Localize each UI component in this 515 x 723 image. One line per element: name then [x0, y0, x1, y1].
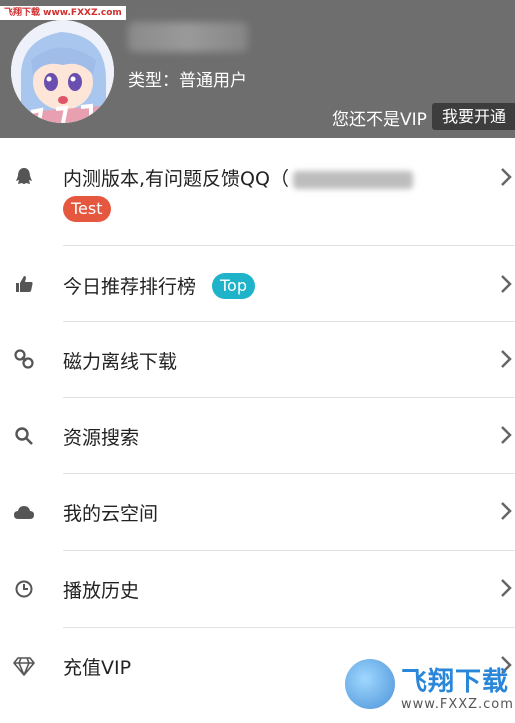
chevron-right-icon	[501, 275, 512, 293]
qq-number-blurred	[292, 170, 413, 189]
thumbs-up-icon	[13, 273, 35, 295]
open-vip-button[interactable]: 我要开通	[432, 103, 515, 130]
clock-icon	[13, 578, 35, 600]
qq-penguin-icon	[13, 166, 35, 188]
list-item-ranking[interactable]: 今日推荐排行榜 Top	[0, 246, 515, 322]
watermark-logo-mark	[345, 659, 395, 709]
avatar[interactable]	[11, 20, 114, 123]
watermark-text: 飞翔下载 www.FXXZ.com	[0, 6, 126, 20]
top-badge: Top	[212, 273, 255, 299]
recharge-vip-label: 充值VIP	[63, 657, 132, 679]
my-cloud-label: 我的云空间	[63, 503, 159, 525]
ranking-label: 今日推荐排行榜	[63, 276, 197, 298]
list-item-resource-search[interactable]: 资源搜索	[0, 398, 515, 474]
cloud-icon	[13, 501, 35, 523]
chevron-right-icon	[501, 426, 512, 444]
chevron-right-icon	[501, 579, 512, 597]
feedback-label-text: 内测版本,有问题反馈QQ（	[63, 168, 289, 190]
play-history-label: 播放历史	[63, 580, 140, 602]
resource-search-label: 资源搜索	[63, 427, 140, 449]
watermark-logo-name: 飞翔下载	[401, 667, 510, 697]
list-item-feedback[interactable]: 内测版本,有问题反馈QQ（ Test	[0, 138, 515, 246]
link-icon	[13, 348, 35, 370]
list-item-magnet-download[interactable]: 磁力离线下载	[0, 322, 515, 398]
watermark-logo: 飞翔下载 www.FXXZ.com	[345, 657, 515, 723]
watermark-logo-url: www.FXXZ.com	[401, 697, 514, 712]
user-type-label: 类型：普通用户	[128, 71, 247, 91]
search-icon	[13, 425, 35, 447]
magnet-download-label: 磁力离线下载	[63, 351, 178, 373]
chevron-right-icon	[501, 502, 512, 520]
list-item-play-history[interactable]: 播放历史	[0, 551, 515, 628]
list-item-my-cloud[interactable]: 我的云空间	[0, 474, 515, 551]
diamond-icon	[13, 655, 35, 677]
feedback-label: 内测版本,有问题反馈QQ（	[63, 164, 413, 191]
chevron-right-icon	[501, 168, 512, 186]
vip-status-text: 您还不是VIP	[332, 110, 427, 130]
anime-avatar-image	[11, 20, 114, 123]
username-blurred	[128, 22, 248, 52]
profile-header: 飞翔下载 www.FXXZ.com 类型：普通用户 您还不是VIP 我要开通	[0, 0, 515, 138]
chevron-right-icon	[501, 350, 512, 368]
test-badge: Test	[63, 196, 111, 222]
